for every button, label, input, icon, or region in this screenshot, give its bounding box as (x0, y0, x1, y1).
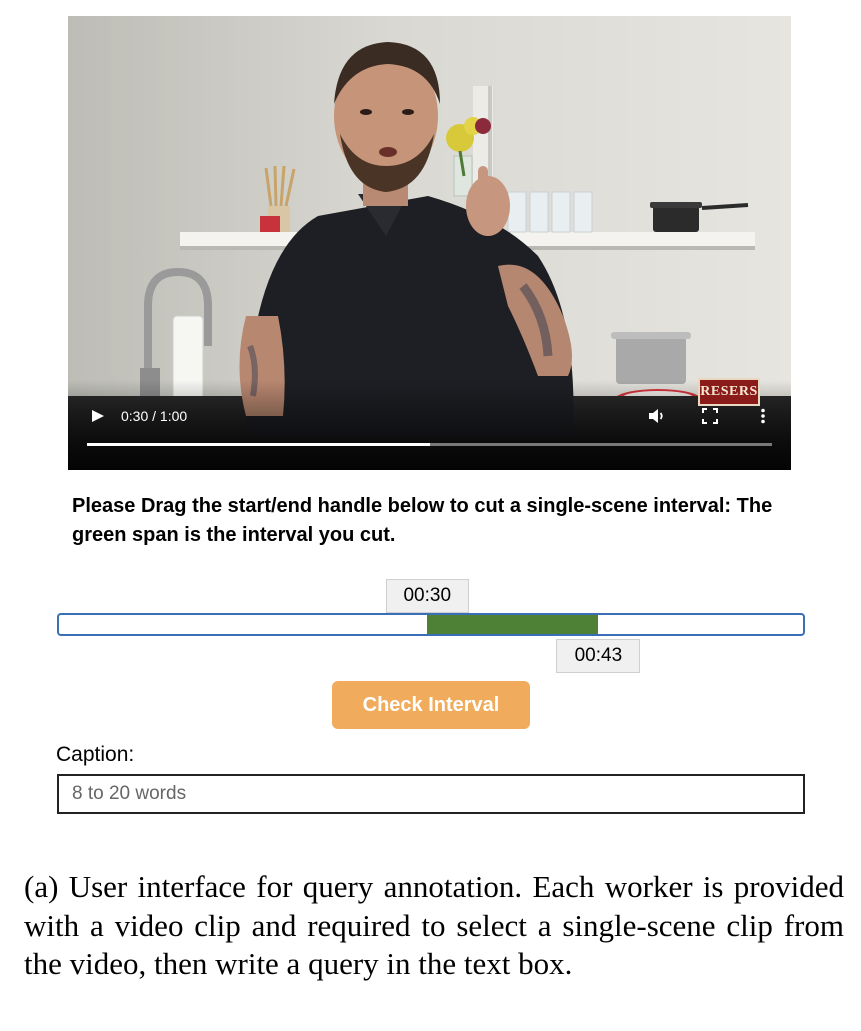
check-interval-button[interactable]: Check Interval (332, 681, 530, 729)
more-options-icon[interactable] (760, 408, 766, 429)
interval-track[interactable] (57, 613, 805, 636)
play-icon[interactable] (90, 409, 106, 423)
video-player[interactable]: RESERS 0:30 / 1:00 (68, 16, 791, 470)
video-progress-fill (87, 443, 430, 446)
caption-input[interactable] (57, 774, 805, 814)
controls-overlay (68, 380, 791, 470)
instructions-text: Please Drag the start/end handle below t… (72, 495, 773, 546)
interval-selected-span (427, 615, 599, 634)
fullscreen-icon[interactable] (702, 408, 718, 429)
volume-icon[interactable] (648, 408, 666, 429)
brand-logo: RESERS (698, 378, 760, 406)
time-display: 0:30 / 1:00 (121, 408, 188, 424)
caption-label: Caption: (56, 743, 135, 766)
video-progress-bar[interactable] (87, 443, 772, 446)
figure-caption: (a) User interface for query annotation.… (24, 869, 844, 981)
interval-end-handle[interactable]: 00:43 (556, 639, 641, 673)
interval-start-handle[interactable]: 00:30 (385, 579, 469, 613)
